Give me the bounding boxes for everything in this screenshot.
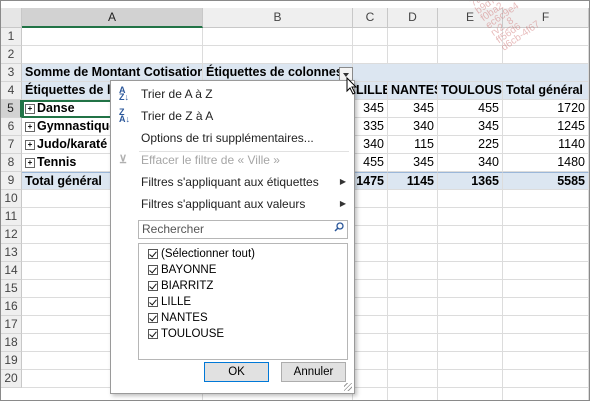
mouse-pointer-icon [346, 77, 358, 95]
column-header-c[interactable]: C [353, 8, 388, 28]
row-header[interactable]: 6 [1, 118, 22, 136]
value-cell[interactable]: 340 [353, 136, 388, 154]
row-header[interactable]: 12 [1, 226, 22, 244]
row-header[interactable]: 15 [1, 280, 22, 298]
value-cell[interactable]: 455 [353, 154, 388, 172]
row-header[interactable]: 20 [1, 370, 22, 388]
row-header[interactable]: 8 [1, 154, 22, 172]
value-cell[interactable]: 1480 [503, 154, 589, 172]
submenu-arrow-icon: ▶ [339, 177, 346, 186]
list-item[interactable]: TOULOUSE [148, 326, 224, 342]
row-header[interactable]: 4 [1, 82, 22, 100]
value-cell[interactable]: 335 [353, 118, 388, 136]
more-sort-options-item[interactable]: Options de tri supplémentaires... [111, 127, 354, 149]
header-total[interactable]: Total général [503, 82, 589, 100]
value-cell[interactable]: 345 [388, 154, 438, 172]
list-item-select-all[interactable]: (Sélectionner tout) [148, 246, 255, 262]
checkbox[interactable] [148, 313, 158, 323]
search-input[interactable]: Rechercher [138, 220, 348, 239]
row-header[interactable]: 19 [1, 352, 22, 370]
value-cell[interactable]: 225 [438, 136, 503, 154]
label-filters-item[interactable]: Filtres s'appliquant aux étiquettes ▶ [111, 171, 354, 193]
sort-za-icon: Z A↓ [119, 107, 130, 124]
value-cell[interactable]: 345 [388, 100, 438, 118]
sort-a-to-z-item[interactable]: A Z↓ Trier de A à Z [111, 83, 354, 105]
value-cell[interactable]: 340 [388, 118, 438, 136]
checkbox[interactable] [148, 281, 158, 291]
sort-z-to-a-item[interactable]: Z A↓ Trier de Z à A [111, 105, 354, 127]
value-cell[interactable]: 455 [438, 100, 503, 118]
header-lille[interactable]: LILLE [353, 82, 388, 100]
ok-button[interactable]: OK [204, 362, 269, 382]
row-header[interactable]: 5 [1, 100, 22, 118]
value-cell[interactable]: 1245 [503, 118, 589, 136]
row-header[interactable]: 16 [1, 298, 22, 316]
expand-icon[interactable]: + [25, 140, 35, 150]
row-header[interactable]: 1 [1, 28, 22, 46]
value-cell[interactable]: 115 [388, 136, 438, 154]
row-header[interactable]: 2 [1, 46, 22, 64]
list-item[interactable]: NANTES [148, 310, 208, 326]
column-header-d[interactable]: D [388, 8, 438, 28]
list-item[interactable]: BAYONNE [148, 262, 216, 278]
list-item[interactable]: BIARRITZ [148, 278, 213, 294]
select-all-corner[interactable] [1, 8, 22, 28]
total-cell[interactable]: 5585 [503, 172, 589, 190]
search-icon [334, 222, 344, 232]
row-header[interactable]: 11 [1, 208, 22, 226]
row-header[interactable]: 9 [1, 172, 22, 190]
value-cell[interactable]: 345 [438, 118, 503, 136]
expand-icon[interactable]: + [25, 158, 35, 168]
resize-grip-icon[interactable] [344, 383, 352, 391]
list-item[interactable]: LILLE [148, 294, 191, 310]
row-header[interactable]: 3 [1, 64, 22, 82]
spreadsheet-window: A B C D E F 1 2 3 4 5 6 7 8 9 10 11 12 1… [0, 0, 590, 401]
clear-filter-icon: ⊻ [119, 154, 128, 166]
checkbox[interactable] [148, 297, 158, 307]
checkbox[interactable] [148, 249, 158, 259]
total-cell[interactable]: 1365 [438, 172, 503, 190]
filter-dropdown-menu: A Z↓ Trier de A à Z Z A↓ Trier de Z à A Op… [110, 80, 355, 394]
total-cell[interactable]: 1145 [388, 172, 438, 190]
header-nantes[interactable]: NANTES [388, 82, 438, 100]
row-header[interactable]: 18 [1, 334, 22, 352]
cancel-button[interactable]: Annuler [281, 362, 346, 382]
checkbox[interactable] [148, 265, 158, 275]
value-cell[interactable]: 1140 [503, 136, 589, 154]
value-filters-item[interactable]: Filtres s'appliquant aux valeurs ▶ [111, 193, 354, 215]
expand-icon[interactable]: + [25, 122, 35, 132]
row-header[interactable]: 14 [1, 262, 22, 280]
total-cell[interactable]: 1475 [353, 172, 388, 190]
pivot-header-filler [353, 64, 589, 82]
value-cell[interactable]: 340 [438, 154, 503, 172]
row-header[interactable]: 17 [1, 316, 22, 334]
sort-az-icon: A Z↓ [119, 85, 129, 102]
column-header-b[interactable]: B [203, 8, 353, 28]
column-header-a[interactable]: A [22, 8, 203, 28]
submenu-arrow-icon: ▶ [339, 199, 346, 208]
value-cell[interactable]: 345 [353, 100, 388, 118]
clear-filter-item: ⊻ Effacer le filtre de « Ville » [119, 153, 280, 167]
value-cell[interactable]: 1720 [503, 100, 589, 118]
filter-values-list: (Sélectionner tout) BAYONNE BIARRITZ LIL… [138, 243, 348, 360]
checkbox[interactable] [148, 329, 158, 339]
row-header[interactable]: 7 [1, 136, 22, 154]
header-toulouse[interactable]: TOULOUSE [438, 82, 503, 100]
row-header[interactable]: 10 [1, 190, 22, 208]
row-header[interactable]: 13 [1, 244, 22, 262]
